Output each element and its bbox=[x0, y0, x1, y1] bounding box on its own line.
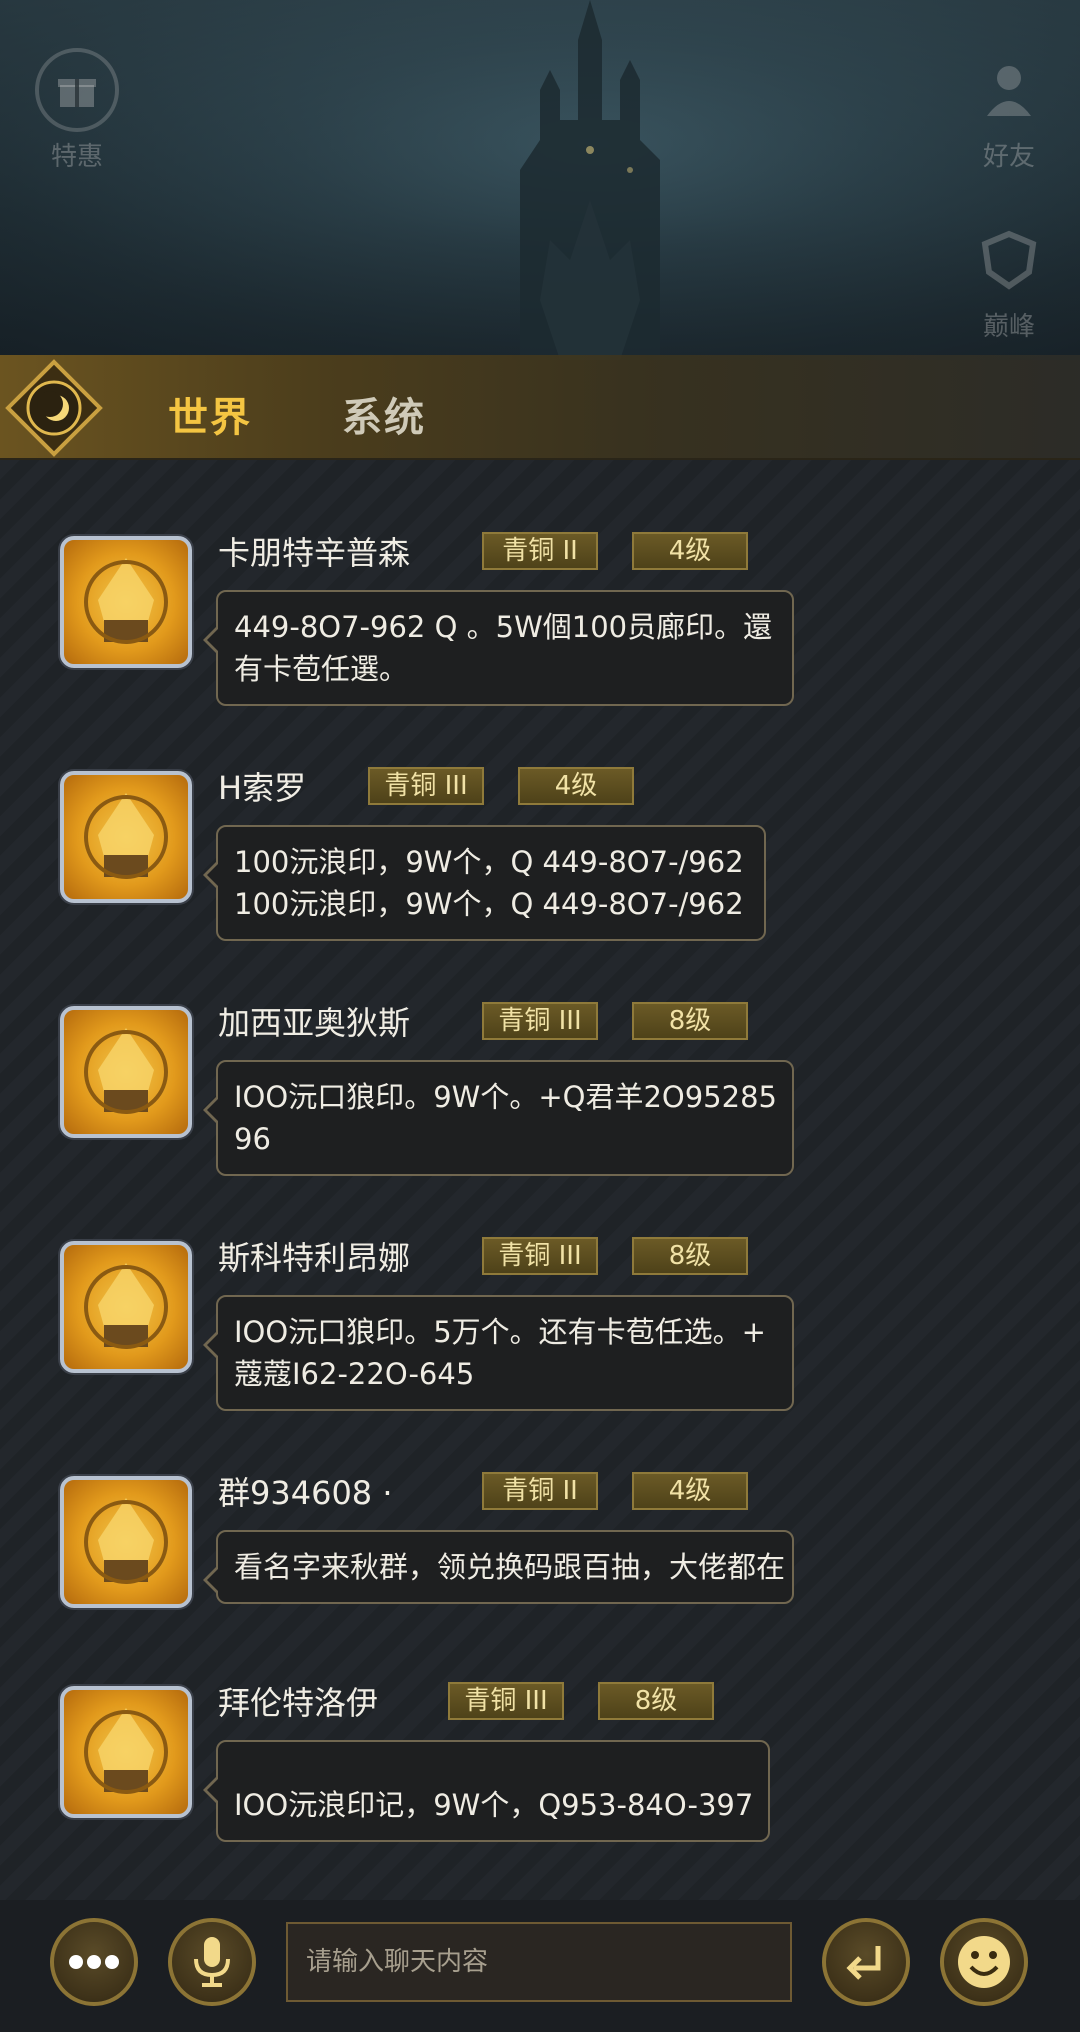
microphone-icon bbox=[194, 1937, 230, 1987]
emoji-button[interactable] bbox=[940, 1918, 1028, 2006]
gift-icon bbox=[35, 48, 119, 132]
message-bubble: IOO沅浪印记，9W个，Q953-84O-397 bbox=[203, 1740, 770, 1842]
avatar[interactable] bbox=[60, 1006, 192, 1138]
message-bubble: 449-8O7-962 Q 。5W個100员廊印。還 有卡苞任選。 bbox=[203, 590, 794, 706]
message-bubble: IOO沅口狼印。5万个。还有卡苞任选。+ 蔻蔻I62-22O-645 bbox=[203, 1295, 794, 1411]
peak-label: 巅峰 bbox=[982, 312, 1035, 342]
sidebar-item-deals[interactable]: 特惠 bbox=[22, 48, 132, 173]
ellipsis-icon bbox=[69, 1955, 119, 1969]
level-badge: 8级 bbox=[632, 1002, 748, 1040]
tab-system[interactable]: 系统 bbox=[342, 385, 426, 443]
message-bubble: IOO沅口狼印。9W个。+Q君羊2O95285 96 bbox=[203, 1060, 794, 1176]
chat-text-input[interactable] bbox=[286, 1922, 792, 2002]
avatar[interactable] bbox=[60, 771, 192, 903]
message-text-line: 有卡苞任選。 bbox=[234, 652, 409, 686]
sidebar-item-friends[interactable]: 好友 bbox=[954, 48, 1064, 173]
sender-name: 群934608 · bbox=[218, 1474, 393, 1512]
sender-name: 拜伦特洛伊 bbox=[218, 1684, 379, 1722]
tab-world[interactable]: 世界 bbox=[168, 385, 252, 443]
message-text-line: 看名字来秋群，领兑换码跟百抽，大佬都在 bbox=[234, 1550, 786, 1584]
friends-label: 好友 bbox=[982, 142, 1035, 172]
rank-badge: 青铜 III bbox=[482, 1237, 598, 1275]
return-arrow-icon bbox=[846, 1946, 881, 1980]
rank-badge: 青铜 III bbox=[368, 767, 484, 805]
avatar[interactable] bbox=[60, 1476, 192, 1608]
castle-silhouette bbox=[520, 0, 660, 360]
game-scene-background: 特惠 好友 巅峰 bbox=[0, 0, 1080, 360]
message-bubble: 100沅浪印，9W个，Q 449-8O7-/962 100沅浪印，9W个，Q 4… bbox=[203, 825, 766, 941]
rank-badge: 青铜 III bbox=[482, 1002, 598, 1040]
message-text-line: 蔻蔻I62-22O-645 bbox=[234, 1357, 475, 1391]
avatar[interactable] bbox=[60, 1241, 192, 1373]
message-text-line: 96 bbox=[234, 1122, 271, 1156]
smiley-face-icon bbox=[958, 1936, 1010, 1988]
sidebar-item-peak[interactable]: 巅峰 bbox=[954, 218, 1064, 343]
message-text-line: IOO沅口狼印。9W个。+Q君羊2O95285 bbox=[234, 1080, 777, 1114]
level-badge: 4级 bbox=[632, 1472, 748, 1510]
moon-emblem-icon[interactable] bbox=[4, 358, 104, 458]
rank-badge: 青铜 III bbox=[448, 1682, 564, 1720]
level-badge: 8级 bbox=[598, 1682, 714, 1720]
level-badge: 4级 bbox=[632, 532, 748, 570]
message-text-line: 100沅浪印，9W个，Q 449-8O7-/962 bbox=[234, 845, 744, 879]
message-text-line: 449-8O7-962 Q 。5W個100员廊印。還 bbox=[234, 610, 773, 644]
level-badge: 4级 bbox=[518, 767, 634, 805]
deals-label: 特惠 bbox=[50, 142, 103, 172]
chat-message-list[interactable]: 卡朋特辛普森 青铜 II 4级 449-8O7-962 Q 。5W個100员廊印… bbox=[0, 460, 1080, 1900]
message-text-line: IOO沅口狼印。5万个。还有卡苞任选。+ bbox=[234, 1315, 766, 1349]
more-options-button[interactable] bbox=[50, 1918, 138, 2006]
level-badge: 8级 bbox=[632, 1237, 748, 1275]
sender-name: 加西亚奥狄斯 bbox=[218, 1004, 411, 1042]
rank-badge: 青铜 II bbox=[482, 1472, 598, 1510]
chat-tab-bar bbox=[0, 355, 1080, 460]
sender-name: H索罗 bbox=[218, 769, 307, 807]
friends-icon bbox=[967, 48, 1051, 132]
avatar[interactable] bbox=[60, 536, 192, 668]
rank-badge: 青铜 II bbox=[482, 532, 598, 570]
message-text-line: 100沅浪印，9W个，Q 449-8O7-/962 bbox=[234, 887, 744, 921]
message-text-line: IOO沅浪印记，9W个，Q953-84O-397 bbox=[234, 1788, 754, 1822]
avatar[interactable] bbox=[60, 1686, 192, 1818]
sender-name: 卡朋特辛普森 bbox=[218, 534, 411, 572]
shield-icon bbox=[967, 218, 1051, 302]
send-button[interactable] bbox=[822, 1918, 910, 2006]
voice-input-button[interactable] bbox=[168, 1918, 256, 2006]
message-bubble: 看名字来秋群，领兑换码跟百抽，大佬都在 bbox=[203, 1530, 794, 1604]
sender-name: 斯科特利昂娜 bbox=[218, 1239, 411, 1277]
